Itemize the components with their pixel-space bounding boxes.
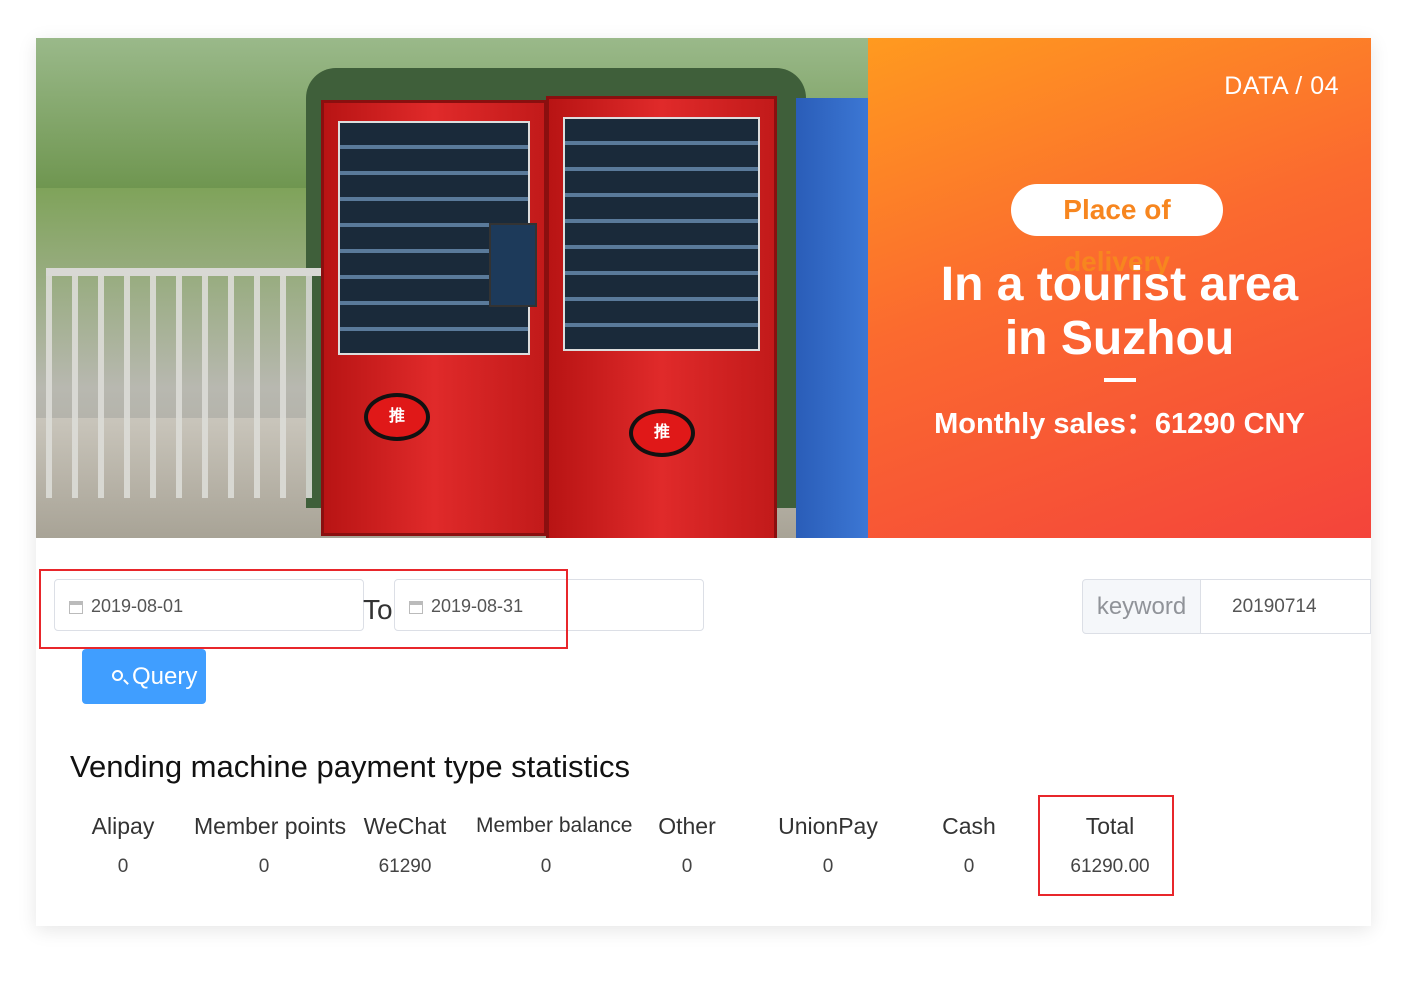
stat-column-member-points: Member points 0 [194,806,347,878]
stat-value: 0 [681,856,693,877]
headline: In a tourist area in Suzhou [868,258,1371,366]
stat-header: Member balance [476,814,633,837]
stat-column-cash: Cash 0 [899,806,1039,878]
stat-header: Other [658,813,716,839]
stat-column-unionpay: UnionPay 0 [758,806,898,878]
stat-column-alipay: Alipay 0 [53,806,193,878]
stat-header: UnionPay [778,813,878,839]
stats-title: Vending machine payment type statistics [70,749,631,784]
stat-value: 61290 [378,856,432,877]
keyword-input[interactable]: 20190714 [1200,579,1371,634]
stat-value: 0 [822,856,834,877]
stat-value: 0 [117,856,129,877]
stat-column-wechat: WeChat 61290 [335,806,475,878]
stat-value: 0 [963,856,975,877]
banner: 推 推 DATA / 04 Place of delivery In a tou… [36,38,1371,538]
stat-header: Member points [194,813,347,839]
monthly-sales: Monthly sales：61290 CNY [934,408,1305,440]
search-icon [112,670,123,681]
stat-column-other: Other 0 [617,806,757,878]
stat-header: WeChat [363,813,447,839]
date-range-highlight [39,569,568,649]
query-button[interactable]: Query [82,649,206,704]
stat-value: 0 [540,856,552,877]
place-of-delivery-pill: Place of delivery [1011,184,1223,277]
vending-machine-left: 推 [321,100,547,536]
data-tag: DATA / 04 [1224,72,1339,100]
keyword-label: keyword [1082,579,1201,634]
stat-header: Cash [942,813,996,839]
stat-value: 0 [258,856,270,877]
stat-header: Alipay [91,813,155,839]
stat-column-member-balance: Member balance 0 [476,806,633,878]
promo-panel: DATA / 04 Place of delivery In a tourist… [868,38,1371,538]
divider [1104,378,1136,382]
vending-machine-photo: 推 推 [36,38,868,538]
headline-line-2: in Suzhou [1004,312,1235,365]
total-highlight [1038,795,1174,896]
query-button-label: Query [132,663,198,690]
vending-data-card: 推 推 DATA / 04 Place of delivery In a tou… [36,38,1371,926]
vending-machine-right: 推 [546,96,777,538]
headline-line-1: In a tourist area [940,258,1299,311]
